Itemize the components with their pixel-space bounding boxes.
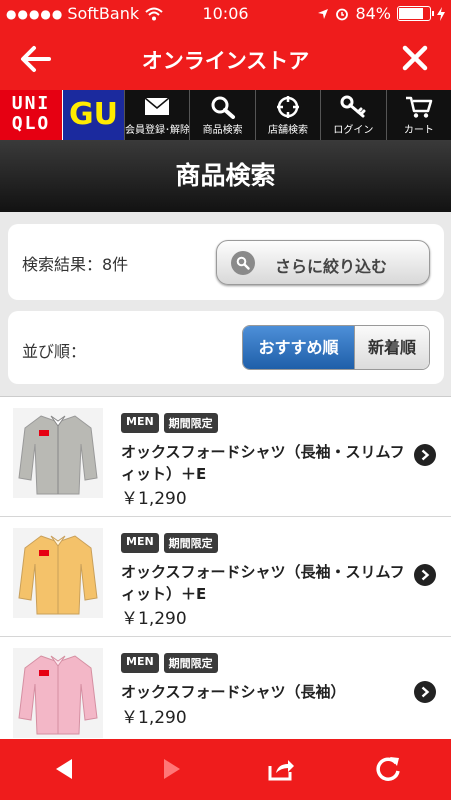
menu-item-label: カート [403, 125, 434, 136]
status-bar: ●●●●● SoftBank 10:06 84% [0, 0, 451, 28]
product-name: オックスフォードシャツ（長袖・スリムフィット）＋E [121, 563, 405, 603]
chevron-right-icon[interactable] [414, 681, 436, 703]
crosshair-icon [277, 96, 300, 118]
back-triangle-icon[interactable] [54, 757, 74, 781]
menu-item-login[interactable]: ログイン [320, 90, 385, 140]
mail-icon [144, 97, 170, 115]
product-price: ￥1,290 [121, 489, 187, 509]
close-icon[interactable] [399, 42, 431, 74]
chevron-right-icon[interactable] [414, 444, 436, 466]
menu-item-member[interactable]: 会員登録･解除 [124, 90, 190, 140]
battery-percent: 84% [355, 4, 391, 23]
menu-item-label: ログイン [333, 125, 374, 136]
tag-limited: 期間限定 [163, 413, 218, 433]
refine-button[interactable]: さらに絞り込む [216, 240, 430, 285]
sort-segmented-control: おすすめ順 新着順 [242, 325, 430, 370]
uniqlo-logo[interactable]: UNI QLO [0, 90, 62, 140]
product-image [13, 528, 103, 618]
result-card: 検索結果：8件 さらに絞り込む [8, 224, 444, 300]
uniqlo-logo-line2: QLO [11, 113, 51, 134]
product-name: オックスフォードシャツ（長袖・スリムフィット）＋E [121, 443, 405, 483]
search-icon [231, 251, 255, 275]
product-tags: MEN 期間限定 [121, 653, 218, 673]
sort-option-recommended[interactable]: おすすめ順 [243, 326, 354, 369]
status-right: 84% [317, 4, 445, 23]
alarm-icon [336, 8, 349, 20]
product-image [13, 648, 103, 738]
tag-men: MEN [121, 653, 159, 673]
page-title: 商品検索 [0, 140, 451, 212]
nav-title: オンラインストア [141, 49, 310, 73]
charging-icon [437, 6, 445, 21]
refine-button-label: さらに絞り込む [275, 257, 388, 276]
product-row[interactable]: MEN 期間限定 オックスフォードシャツ（長袖） ￥1,290 [0, 637, 451, 739]
product-tags: MEN 期間限定 [121, 533, 218, 553]
menu-item-label: 商品検索 [202, 125, 243, 136]
product-row[interactable]: MEN 期間限定 オックスフォードシャツ（長袖・スリムフィット）＋E ￥1,29… [0, 397, 451, 517]
battery-icon [397, 6, 434, 21]
sort-label: 並び順： [22, 342, 87, 361]
product-price: ￥1,290 [121, 708, 187, 728]
reload-icon[interactable] [374, 755, 402, 783]
menu-item-label: 店舗検索 [268, 125, 309, 136]
sort-card: 並び順： おすすめ順 新着順 [8, 311, 444, 384]
menu-item-cart[interactable]: カート [385, 90, 451, 140]
menu-item-product-search[interactable]: 商品検索 [189, 90, 254, 140]
tag-men: MEN [121, 533, 159, 553]
tag-limited: 期間限定 [163, 533, 218, 553]
product-tags: MEN 期間限定 [121, 413, 218, 433]
battery-fill [399, 8, 424, 19]
product-price: ￥1,290 [121, 609, 187, 629]
product-name: オックスフォードシャツ（長袖） [121, 683, 346, 701]
tag-men: MEN [121, 413, 159, 433]
bottom-toolbar [0, 739, 451, 800]
chevron-right-icon[interactable] [414, 564, 436, 586]
key-icon [340, 95, 366, 118]
menu-item-label: 会員登録･解除 [125, 125, 190, 136]
menu-bar: UNI QLO GU 会員登録･解除 商品検索 店舗検索 ログイン カート [0, 90, 451, 140]
shirt-image [18, 415, 98, 495]
product-list: MEN 期間限定 オックスフォードシャツ（長袖・スリムフィット）＋E ￥1,29… [0, 396, 451, 739]
share-icon[interactable] [266, 756, 296, 782]
uniqlo-logo-line1: UNI [11, 93, 51, 114]
sort-option-newest[interactable]: 新着順 [354, 326, 429, 369]
nav-bar: オンラインストア [0, 28, 451, 90]
shirt-image [18, 535, 98, 615]
shirt-image [18, 655, 98, 735]
menu-item-store-search[interactable]: 店舗検索 [254, 90, 320, 140]
location-icon [318, 8, 329, 19]
forward-triangle-icon[interactable] [162, 757, 182, 781]
search-icon [211, 96, 235, 119]
cart-icon [405, 96, 433, 118]
product-image [13, 408, 103, 498]
tag-limited: 期間限定 [163, 653, 218, 673]
result-count: 検索結果：8件 [22, 255, 129, 274]
gu-logo[interactable]: GU [62, 90, 124, 140]
product-row[interactable]: MEN 期間限定 オックスフォードシャツ（長袖・スリムフィット）＋E ￥1,29… [0, 517, 451, 637]
